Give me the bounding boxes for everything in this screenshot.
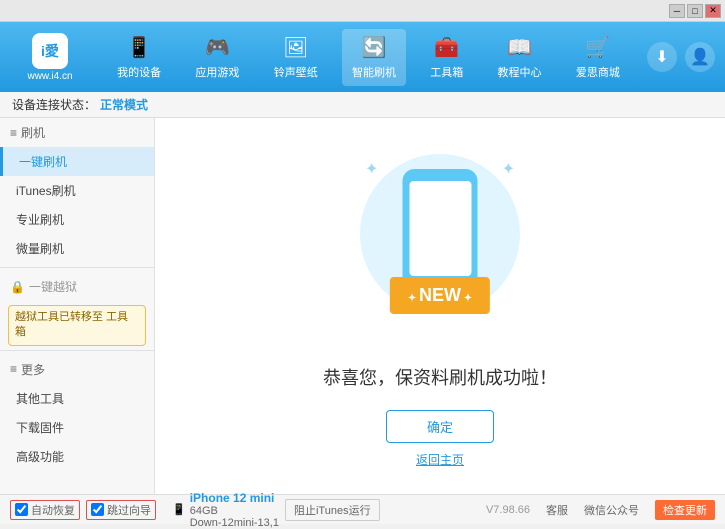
check-update-button[interactable]: 检查更新 [655, 500, 715, 520]
sidebar: ≡ 刷机 一键刷机 iTunes刷机 专业刷机 微量刷机 🔒 一键越狱 越狱工具… [0, 118, 155, 494]
logo-subtitle: www.i4.cn [27, 71, 72, 82]
skip-wizard-label: 跳过向导 [107, 502, 151, 518]
sidebar-item-small-flash[interactable]: 微量刷机 [0, 234, 154, 263]
sidebar-item-pro-flash[interactable]: 专业刷机 [0, 205, 154, 234]
phone-screen [409, 181, 471, 276]
success-message: 恭喜您，保资料刷机成功啦！ [323, 364, 557, 390]
top-navigation: i愛 www.i4.cn 📱 我的设备 🎮 应用游戏 🖼 铃声壁纸 🔄 智能刷机… [0, 22, 725, 92]
auto-connect-checkbox-wrapper: 自动恢复 [10, 500, 80, 520]
nav-apps[interactable]: 🎮 应用游戏 [185, 29, 249, 86]
sidebar-section-flash: ≡ 刷机 [0, 118, 154, 147]
smart-flash-icon: 🔄 [362, 35, 387, 60]
itunes-label: iTunes刷机 [16, 182, 76, 199]
pro-label: 专业刷机 [16, 211, 64, 228]
other-tools-label: 其他工具 [16, 390, 64, 407]
sidebar-item-one-click-flash[interactable]: 一键刷机 [0, 147, 154, 176]
title-bar: ─ □ ✕ [0, 0, 725, 22]
customer-service-link[interactable]: 客服 [546, 502, 568, 518]
window-controls[interactable]: ─ □ ✕ [669, 4, 721, 18]
sidebar-section-jailbreak: 🔒 一键越狱 [0, 272, 154, 301]
confirm-button[interactable]: 确定 [386, 410, 494, 443]
advanced-label: 高级功能 [16, 448, 64, 465]
close-button[interactable]: ✕ [705, 4, 721, 18]
download-firmware-label: 下载固件 [16, 419, 64, 436]
my-device-icon: 📱 [127, 35, 152, 60]
nav-items: 📱 我的设备 🎮 应用游戏 🖼 铃声壁纸 🔄 智能刷机 🧰 工具箱 📖 教程中心… [100, 29, 637, 86]
nav-right-buttons: ⬇ 👤 [647, 42, 715, 72]
back-link[interactable]: 返回主页 [416, 451, 464, 468]
success-illustration: ✦ ✦ NEW [350, 144, 530, 344]
store-icon: 🛒 [585, 35, 610, 60]
toolbox-label: 工具箱 [430, 64, 463, 80]
tutorial-label: 教程中心 [498, 64, 542, 80]
skip-wizard-checkbox-wrapper: 跳过向导 [86, 500, 156, 520]
content-area: ✦ ✦ NEW 恭喜您，保资料刷机成功啦！ 确定 返回主页 [155, 118, 725, 494]
sidebar-divider-1 [0, 267, 154, 268]
wallpaper-icon: 🖼 [283, 35, 308, 60]
jailbreak-label: 一键越狱 [29, 278, 77, 295]
one-click-label: 一键刷机 [19, 153, 67, 170]
more-section-icon: ≡ [10, 362, 17, 376]
sparkle-top-left: ✦ [365, 159, 378, 179]
warning-text: 越狱工具已转移至 工具箱 [15, 311, 128, 338]
wallpaper-label: 铃声壁纸 [274, 64, 318, 80]
main-area: ≡ 刷机 一键刷机 iTunes刷机 专业刷机 微量刷机 🔒 一键越狱 越狱工具… [0, 118, 725, 494]
sidebar-item-advanced[interactable]: 高级功能 [0, 442, 154, 471]
nav-tutorial[interactable]: 📖 教程中心 [488, 29, 552, 86]
logo-icon: i愛 [32, 33, 68, 69]
nav-my-device[interactable]: 📱 我的设备 [107, 29, 171, 86]
device-storage: 64GB [190, 505, 279, 517]
store-label: 爱思商城 [576, 64, 620, 80]
tutorial-icon: 📖 [507, 35, 532, 60]
minimize-button[interactable]: ─ [669, 4, 685, 18]
sidebar-section-more: ≡ 更多 [0, 355, 154, 384]
flash-section-icon: ≡ [10, 126, 17, 140]
smart-flash-label: 智能刷机 [352, 64, 396, 80]
auto-connect-label: 自动恢复 [31, 502, 75, 518]
user-button[interactable]: 👤 [685, 42, 715, 72]
sidebar-jailbreak-warning: 越狱工具已转移至 工具箱 [8, 305, 146, 346]
toolbox-icon: 🧰 [434, 35, 459, 60]
new-badge: NEW [390, 277, 490, 314]
version-text: V7.98.66 [486, 504, 530, 516]
nav-smart-flash[interactable]: 🔄 智能刷机 [342, 29, 406, 86]
nav-toolbox[interactable]: 🧰 工具箱 [420, 29, 473, 86]
device-icon: 📱 [172, 503, 186, 516]
auto-connect-checkbox[interactable] [15, 503, 28, 516]
sidebar-item-download-firmware[interactable]: 下载固件 [0, 413, 154, 442]
download-button[interactable]: ⬇ [647, 42, 677, 72]
nav-wallpaper[interactable]: 🖼 铃声壁纸 [264, 29, 328, 86]
more-section-label: 更多 [21, 361, 45, 378]
status-value: 正常模式 [100, 96, 148, 113]
apps-icon: 🎮 [205, 35, 230, 60]
apps-label: 应用游戏 [195, 64, 239, 80]
small-label: 微量刷机 [16, 240, 64, 257]
stop-itunes-button[interactable]: 阻止iTunes运行 [285, 499, 380, 521]
app-logo: i愛 www.i4.cn [10, 33, 90, 82]
my-device-label: 我的设备 [117, 64, 161, 80]
flash-section-label: 刷机 [21, 124, 45, 141]
sidebar-divider-2 [0, 350, 154, 351]
device-name: iPhone 12 mini [190, 491, 279, 505]
wechat-link[interactable]: 微信公众号 [584, 502, 639, 518]
sparkle-top-right: ✦ [502, 159, 515, 179]
sidebar-item-other-tools[interactable]: 其他工具 [0, 384, 154, 413]
status-bar: 设备连接状态： 正常模式 [0, 92, 725, 118]
status-prefix: 设备连接状态： [12, 96, 96, 113]
sidebar-item-itunes-flash[interactable]: iTunes刷机 [0, 176, 154, 205]
jailbreak-icon: 🔒 [10, 280, 25, 294]
bottom-right: V7.98.66 客服 微信公众号 检查更新 [486, 500, 715, 520]
logo-text: i愛 [41, 41, 59, 61]
nav-store[interactable]: 🛒 爱思商城 [566, 29, 630, 86]
maximize-button[interactable]: □ [687, 4, 703, 18]
bottom-bar: 自动恢复 跳过向导 📱 iPhone 12 mini 64GB Down-12m… [0, 494, 725, 524]
skip-wizard-checkbox[interactable] [91, 503, 104, 516]
